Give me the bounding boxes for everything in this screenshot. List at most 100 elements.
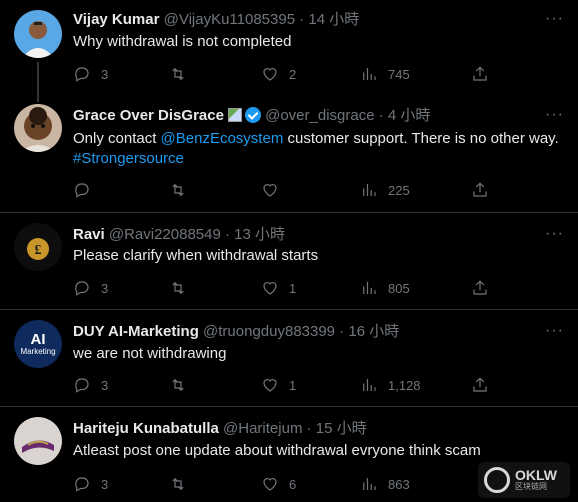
like-button[interactable]: 1 — [261, 278, 296, 298]
like-button[interactable]: 1 — [261, 375, 296, 395]
reply-count: 3 — [101, 280, 109, 296]
author-handle[interactable]: @VijayKu11085395 — [164, 11, 295, 28]
like-button[interactable] — [261, 180, 289, 200]
reply-icon — [75, 477, 89, 492]
tweet-duy[interactable]: AI Marketing DUY AI-Marketing @truongduy… — [0, 310, 578, 406]
watermark-logo-icon — [484, 467, 510, 493]
views-button[interactable]: 863 — [360, 474, 410, 494]
like-icon — [263, 282, 277, 295]
retweet-icon — [172, 183, 184, 197]
tweet-text: Please clarify when withdrawal starts — [73, 247, 319, 264]
tweet-actions: 3 2 745 — [73, 64, 493, 84]
tweet-header: Vijay Kumar @VijayKu11085395 · 14 小時 — [73, 10, 359, 30]
more-options-button[interactable]: ··· — [545, 10, 564, 28]
avatar-logo-text: AI — [30, 331, 46, 348]
avatar[interactable] — [14, 10, 62, 58]
retweet-icon — [172, 281, 184, 295]
avatar[interactable]: £ — [14, 223, 62, 271]
retweet-button[interactable] — [169, 278, 197, 298]
view-count: 805 — [388, 280, 410, 296]
reply-button[interactable]: 3 — [73, 278, 108, 298]
views-button[interactable]: 1,128 — [360, 375, 421, 395]
share-button[interactable] — [471, 180, 489, 200]
flag-icon — [227, 108, 242, 122]
author-name[interactable]: Vijay Kumar — [73, 11, 159, 28]
timestamp[interactable]: · 13 小時 — [225, 226, 285, 243]
share-button[interactable] — [471, 375, 489, 395]
timestamp[interactable]: · 16 小時 — [339, 323, 399, 340]
tweet-vijay[interactable]: Vijay Kumar @VijayKu11085395 · 14 小時 ···… — [0, 0, 578, 102]
reply-button[interactable] — [73, 180, 101, 200]
share-icon — [473, 182, 487, 197]
like-button[interactable]: 2 — [261, 64, 296, 84]
tweet-text-part: Only contact — [73, 130, 161, 147]
reply-icon — [75, 281, 89, 296]
share-icon — [473, 280, 487, 295]
like-icon — [263, 478, 277, 491]
retweet-icon — [172, 378, 184, 392]
verified-badge-icon — [244, 107, 261, 123]
author-handle[interactable]: @over_disgrace — [265, 107, 374, 124]
retweet-button[interactable] — [169, 474, 197, 494]
retweet-icon — [172, 67, 184, 81]
views-button[interactable]: 805 — [360, 278, 410, 298]
tweet-header: Ravi @Ravi22088549 · 13 小時 — [73, 225, 285, 245]
retweet-button[interactable] — [169, 375, 197, 395]
reply-button[interactable]: 3 — [73, 474, 108, 494]
author-handle[interactable]: @Ravi22088549 — [109, 226, 221, 243]
tweet-grace[interactable]: Grace Over DisGrace @over_disgrace · 4 小… — [0, 96, 578, 212]
author-name[interactable]: DUY AI-Marketing — [73, 323, 199, 340]
tweet-header: DUY AI-Marketing @truongduy883399 · 16 小… — [73, 322, 399, 342]
reply-button[interactable]: 3 — [73, 375, 108, 395]
tweet-actions: 3 6 863 — [73, 474, 493, 494]
author-name[interactable]: Grace Over DisGrace — [73, 107, 224, 124]
more-options-button[interactable]: ··· — [545, 106, 564, 124]
like-icon — [263, 184, 277, 197]
timestamp[interactable]: · 4 小時 — [379, 107, 431, 124]
reply-icon — [75, 67, 89, 82]
reply-button[interactable]: 3 — [73, 64, 108, 84]
watermark-title: OKLW — [515, 467, 557, 483]
view-count: 745 — [388, 66, 410, 82]
author-handle[interactable]: @Haritejum — [223, 420, 302, 437]
tweet-header: Hariteju Kunabatulla @Haritejum · 15 小時 — [73, 419, 367, 439]
share-button[interactable] — [471, 64, 489, 84]
like-count: 1 — [289, 377, 297, 393]
like-count: 2 — [289, 66, 297, 82]
reply-count: 3 — [101, 476, 109, 492]
views-icon — [363, 68, 376, 80]
more-options-button[interactable]: ··· — [545, 225, 564, 243]
tweet-header: Grace Over DisGrace @over_disgrace · 4 小… — [73, 106, 430, 126]
views-icon — [363, 282, 376, 294]
views-icon — [363, 379, 376, 391]
share-button[interactable] — [471, 278, 489, 298]
timestamp[interactable]: · 14 小時 — [299, 11, 359, 28]
reply-count: 3 — [101, 66, 109, 82]
more-options-button[interactable]: ··· — [545, 322, 564, 340]
views-icon — [363, 184, 376, 196]
retweet-button[interactable] — [169, 64, 197, 84]
view-count: 863 — [388, 476, 410, 492]
watermark-subtitle: 区块链网 — [515, 482, 547, 491]
hashtag-link[interactable]: #Strongersource — [73, 150, 184, 167]
tweet-text: Only contact @BenzEcosystem customer sup… — [73, 129, 563, 169]
author-name[interactable]: Hariteju Kunabatulla — [73, 420, 219, 437]
author-name[interactable]: Ravi — [73, 226, 105, 243]
tweet-text-part: customer support. There is no other way. — [283, 130, 559, 147]
avatar[interactable]: AI Marketing — [14, 320, 62, 368]
retweet-button[interactable] — [169, 180, 197, 200]
view-count: 1,128 — [388, 377, 421, 393]
timestamp[interactable]: · 15 小時 — [307, 420, 367, 437]
share-icon — [473, 66, 487, 81]
view-count: 225 — [388, 182, 410, 198]
tweet-ravi[interactable]: £ Ravi @Ravi22088549 · 13 小時 ··· Please … — [0, 213, 578, 309]
reply-icon — [75, 183, 89, 198]
views-icon — [363, 478, 376, 490]
views-button[interactable]: 745 — [360, 64, 410, 84]
avatar[interactable] — [14, 417, 62, 465]
mention-link[interactable]: @BenzEcosystem — [161, 130, 284, 147]
author-handle[interactable]: @truongduy883399 — [203, 323, 335, 340]
like-button[interactable]: 6 — [261, 474, 296, 494]
views-button[interactable]: 225 — [360, 180, 410, 200]
avatar[interactable] — [14, 104, 62, 152]
